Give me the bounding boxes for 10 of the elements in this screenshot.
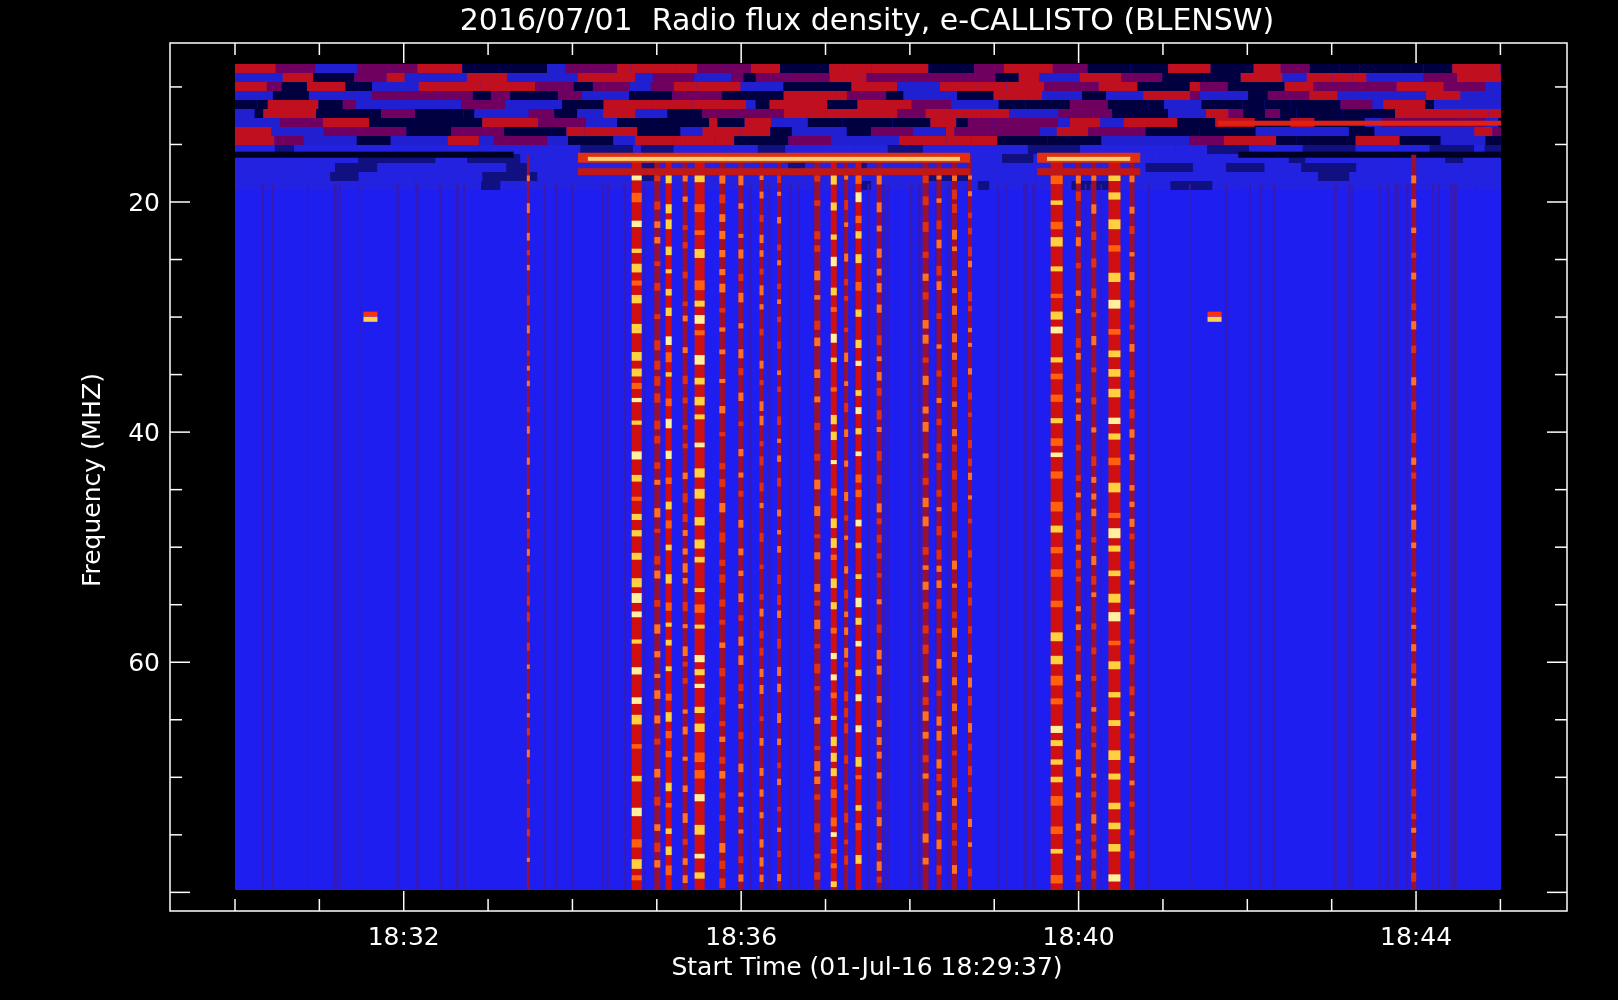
tick-label: 18:32 (367, 922, 440, 951)
tick-label: 18:40 (1042, 922, 1115, 951)
tick-label: 40 (128, 418, 160, 448)
tick-label: 18:36 (705, 922, 778, 951)
axis-label: Frequency (MHZ) (77, 372, 106, 588)
axis-label: Start Time (01-Jul-16 18:29:37) (671, 952, 1063, 981)
tick-label: 20 (128, 188, 160, 217)
chart-title: 2016/07/01 Radio flux density, e-CALLISTO (BLENSW) (459, 2, 1275, 37)
tick-label: 18:44 (1380, 922, 1453, 951)
tick-label: 60 (128, 648, 160, 678)
